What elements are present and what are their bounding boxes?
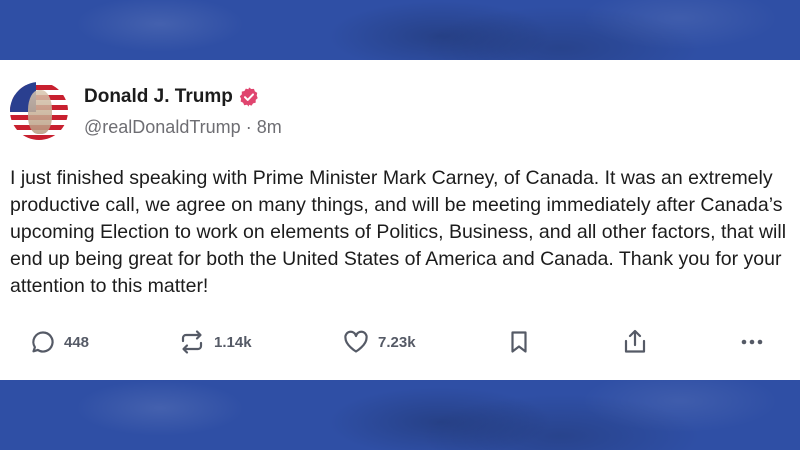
background-top (0, 0, 800, 60)
more-icon (741, 339, 763, 345)
repost-icon (181, 330, 203, 354)
reply-button[interactable]: 448 (30, 329, 89, 355)
share-button[interactable] (622, 329, 648, 355)
avatar[interactable] (10, 82, 68, 140)
more-button[interactable] (738, 329, 766, 355)
like-count: 7.23k (378, 333, 416, 351)
bookmark-button[interactable] (507, 329, 531, 355)
comment-icon (32, 331, 54, 353)
share-icon (624, 329, 646, 353)
like-button[interactable]: 7.23k (342, 329, 416, 355)
background-bottom (0, 380, 800, 450)
verified-badge-icon (239, 87, 258, 107)
bookmark-icon (511, 331, 527, 353)
author-name[interactable]: Donald J. Trump (84, 86, 233, 108)
post-text: I just finished speaking with Prime Mini… (10, 167, 787, 297)
author-meta: @realDonaldTrump · 8m (84, 117, 282, 138)
reply-count: 448 (64, 333, 90, 351)
meta-separator: · (245, 117, 252, 137)
post-time[interactable]: 8m (257, 117, 282, 137)
repost-count: 1.14k (214, 333, 252, 351)
author-handle[interactable]: @realDonaldTrump (84, 117, 241, 137)
heart-icon (344, 330, 368, 353)
repost-button[interactable]: 1.14k (178, 329, 252, 355)
